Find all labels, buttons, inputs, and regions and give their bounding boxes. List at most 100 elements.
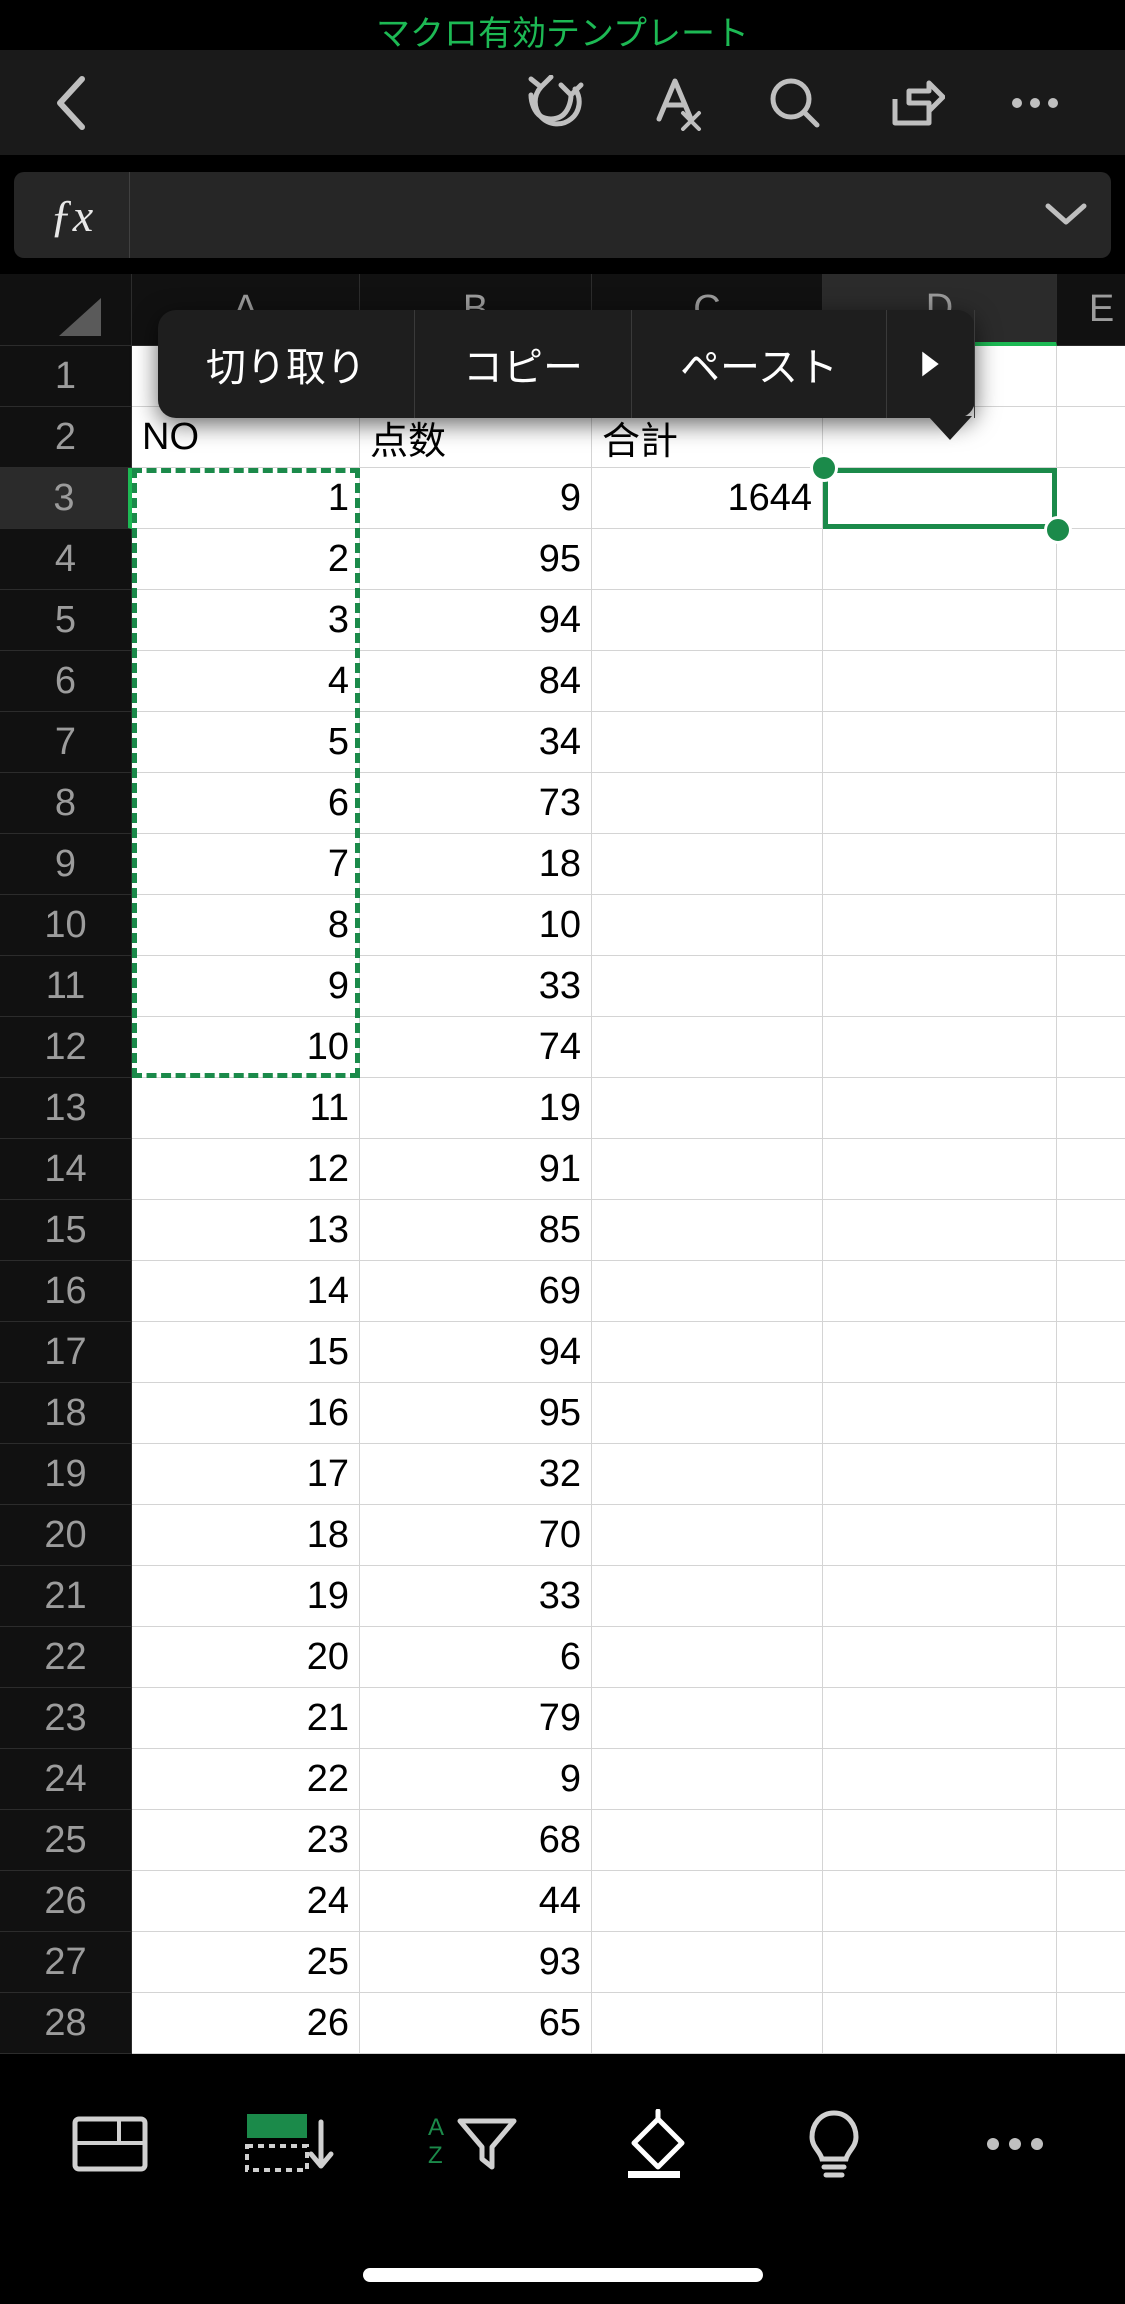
share-button[interactable] — [855, 63, 975, 143]
cell-E25[interactable] — [1057, 1810, 1125, 1871]
formula-input[interactable] — [130, 172, 1021, 258]
cell-D26[interactable] — [823, 1871, 1057, 1932]
cell-E20[interactable] — [1057, 1505, 1125, 1566]
ideas-button[interactable] — [769, 2094, 899, 2194]
cell-B12[interactable]: 74 — [360, 1017, 592, 1078]
cell-E17[interactable] — [1057, 1322, 1125, 1383]
cell-E3[interactable] — [1057, 468, 1125, 529]
cell-E6[interactable] — [1057, 651, 1125, 712]
cell-A4[interactable]: 2 — [132, 529, 360, 590]
cell-A24[interactable]: 22 — [132, 1749, 360, 1810]
cell-A23[interactable]: 21 — [132, 1688, 360, 1749]
cell-D15[interactable] — [823, 1200, 1057, 1261]
cell-D16[interactable] — [823, 1261, 1057, 1322]
cell-B21[interactable]: 33 — [360, 1566, 592, 1627]
cell-B24[interactable]: 9 — [360, 1749, 592, 1810]
cell-B18[interactable]: 95 — [360, 1383, 592, 1444]
cell-B27[interactable]: 93 — [360, 1932, 592, 1993]
cell-E28[interactable] — [1057, 1993, 1125, 2054]
context-copy[interactable]: コピー — [415, 310, 632, 418]
row-header[interactable]: 19 — [0, 1444, 132, 1505]
fill-button[interactable] — [588, 2094, 718, 2194]
row-header[interactable]: 5 — [0, 590, 132, 651]
cell-D23[interactable] — [823, 1688, 1057, 1749]
cell-E15[interactable] — [1057, 1200, 1125, 1261]
context-more[interactable] — [887, 310, 975, 418]
cell-C28[interactable] — [592, 1993, 823, 2054]
cell-D4[interactable] — [823, 529, 1057, 590]
cell-D11[interactable] — [823, 956, 1057, 1017]
cell-A21[interactable]: 19 — [132, 1566, 360, 1627]
cell-D25[interactable] — [823, 1810, 1057, 1871]
cell-C5[interactable] — [592, 590, 823, 651]
row-header[interactable]: 6 — [0, 651, 132, 712]
cell-B28[interactable]: 65 — [360, 1993, 592, 2054]
cell-C13[interactable] — [592, 1078, 823, 1139]
row-header[interactable]: 4 — [0, 529, 132, 590]
context-paste[interactable]: ペースト — [632, 310, 887, 418]
cell-A5[interactable]: 3 — [132, 590, 360, 651]
cell-D9[interactable] — [823, 834, 1057, 895]
cell-E11[interactable] — [1057, 956, 1125, 1017]
cell-C27[interactable] — [592, 1932, 823, 1993]
row-header[interactable]: 15 — [0, 1200, 132, 1261]
cell-B20[interactable]: 70 — [360, 1505, 592, 1566]
cell-D13[interactable] — [823, 1078, 1057, 1139]
row-header[interactable]: 25 — [0, 1810, 132, 1871]
cell-B10[interactable]: 10 — [360, 895, 592, 956]
cell-E7[interactable] — [1057, 712, 1125, 773]
cell-E18[interactable] — [1057, 1383, 1125, 1444]
cell-B26[interactable]: 44 — [360, 1871, 592, 1932]
row-header[interactable]: 17 — [0, 1322, 132, 1383]
cell-A19[interactable]: 17 — [132, 1444, 360, 1505]
cell-D21[interactable] — [823, 1566, 1057, 1627]
cell-A25[interactable]: 23 — [132, 1810, 360, 1871]
row-header[interactable]: 7 — [0, 712, 132, 773]
row-header[interactable]: 10 — [0, 895, 132, 956]
cell-D12[interactable] — [823, 1017, 1057, 1078]
cell-D3[interactable] — [823, 468, 1057, 529]
cell-E5[interactable] — [1057, 590, 1125, 651]
row-header[interactable]: 16 — [0, 1261, 132, 1322]
cell-C19[interactable] — [592, 1444, 823, 1505]
cell-D14[interactable] — [823, 1139, 1057, 1200]
row-header[interactable]: 21 — [0, 1566, 132, 1627]
cell-C20[interactable] — [592, 1505, 823, 1566]
undo-button[interactable] — [495, 63, 615, 143]
insert-row-button[interactable] — [226, 2094, 356, 2194]
cell-B11[interactable]: 33 — [360, 956, 592, 1017]
cell-B23[interactable]: 79 — [360, 1688, 592, 1749]
row-header[interactable]: 24 — [0, 1749, 132, 1810]
cell-C16[interactable] — [592, 1261, 823, 1322]
cell-D24[interactable] — [823, 1749, 1057, 1810]
cell-A10[interactable]: 8 — [132, 895, 360, 956]
cell-D10[interactable] — [823, 895, 1057, 956]
cell-E8[interactable] — [1057, 773, 1125, 834]
cell-B22[interactable]: 6 — [360, 1627, 592, 1688]
cell-A6[interactable]: 4 — [132, 651, 360, 712]
cell-E9[interactable] — [1057, 834, 1125, 895]
col-header-E[interactable]: E — [1057, 274, 1125, 346]
cell-E4[interactable] — [1057, 529, 1125, 590]
select-all-corner[interactable] — [0, 274, 132, 346]
row-header[interactable]: 11 — [0, 956, 132, 1017]
row-header[interactable]: 9 — [0, 834, 132, 895]
cell-A14[interactable]: 12 — [132, 1139, 360, 1200]
cell-C8[interactable] — [592, 773, 823, 834]
cell-A3[interactable]: 1 — [132, 468, 360, 529]
spreadsheet-grid[interactable]: A B C D E 12NO点数合計3191644429553946484753… — [0, 274, 1125, 2072]
clear-format-button[interactable] — [615, 63, 735, 143]
row-header[interactable]: 23 — [0, 1688, 132, 1749]
row-header[interactable]: 8 — [0, 773, 132, 834]
row-header[interactable]: 3 — [0, 468, 132, 529]
row-header[interactable]: 26 — [0, 1871, 132, 1932]
cell-B15[interactable]: 85 — [360, 1200, 592, 1261]
cell-E22[interactable] — [1057, 1627, 1125, 1688]
cell-A7[interactable]: 5 — [132, 712, 360, 773]
row-header[interactable]: 1 — [0, 346, 132, 407]
cell-B6[interactable]: 84 — [360, 651, 592, 712]
cell-A9[interactable]: 7 — [132, 834, 360, 895]
cell-A8[interactable]: 6 — [132, 773, 360, 834]
cell-C11[interactable] — [592, 956, 823, 1017]
cell-C14[interactable] — [592, 1139, 823, 1200]
